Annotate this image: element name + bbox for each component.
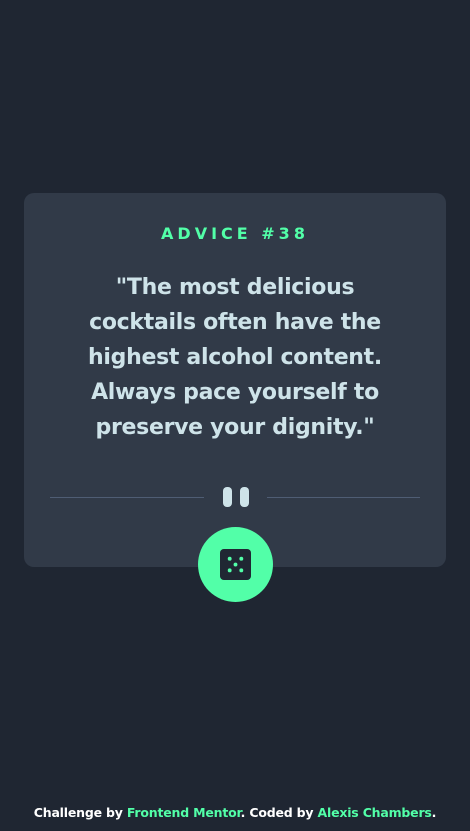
footer-challenge-text: Challenge by (33, 805, 127, 820)
pause-icon (223, 487, 249, 507)
author-link[interactable]: Alexis Chambers (318, 805, 432, 820)
frontend-mentor-link[interactable]: Frontend Mentor (127, 805, 241, 820)
advice-quote: "The most delicious cocktails often have… (88, 275, 382, 440)
divider-line-right (267, 497, 420, 498)
footer-coded-text: . Coded by (240, 805, 318, 820)
advice-id-label: ADVICE #38 (161, 224, 309, 243)
pause-bar-right (240, 487, 249, 507)
new-advice-button[interactable] (198, 527, 273, 602)
pause-bar-left (223, 487, 232, 507)
footer-suffix: . (431, 805, 437, 820)
divider-line-left (50, 497, 204, 498)
dice-icon (220, 549, 251, 580)
attribution-footer: Challenge by Frontend Mentor. Coded by A… (0, 805, 470, 820)
